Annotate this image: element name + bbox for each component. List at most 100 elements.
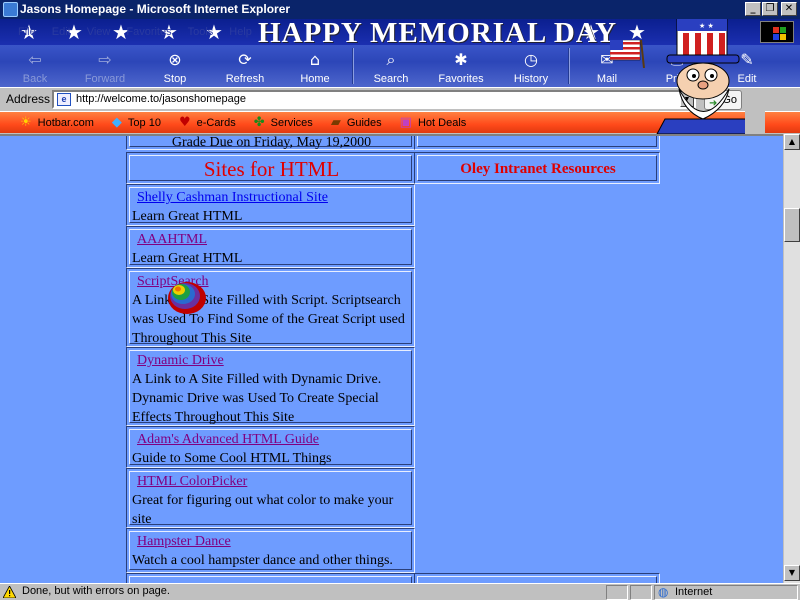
- favorites-button[interactable]: ✱ Favorites: [426, 45, 496, 87]
- right-column-empty: [414, 184, 660, 573]
- site-row: Hampster Dance Watch a cool hampster danc…: [126, 528, 415, 573]
- link-hot-deals[interactable]: ▣ Hot Deals: [390, 115, 475, 130]
- vertical-scrollbar[interactable]: ▲ ▼: [783, 134, 800, 583]
- link-guides[interactable]: ▰ Guides: [321, 115, 390, 130]
- stop-icon: ⊗: [168, 50, 182, 69]
- go-label: Go: [722, 94, 737, 106]
- menu-tools[interactable]: Tools: [180, 26, 222, 38]
- clover-icon: ✤: [253, 115, 265, 130]
- print-icon: ⎙: [670, 50, 684, 69]
- stop-button[interactable]: ⊗ Stop: [140, 45, 210, 87]
- star-icon: ★: [628, 20, 646, 44]
- toolbar-separator: [352, 48, 354, 84]
- page-icon: e: [57, 93, 71, 106]
- next-row-cell: [126, 573, 415, 583]
- site-link[interactable]: Shelly Cashman Instructional Site: [137, 188, 328, 207]
- site-description: Learn Great HTML: [132, 209, 243, 224]
- home-button[interactable]: ⌂ Home: [280, 45, 350, 87]
- print-button[interactable]: ⎙ Print: [642, 45, 712, 87]
- oley-intranet-heading: Oley Intranet Resources: [417, 155, 657, 181]
- refresh-icon: ⟳: [238, 50, 252, 69]
- favorites-icon: ✱: [454, 50, 468, 69]
- sun-icon: ☀: [20, 115, 32, 130]
- heart-icon: ♥: [178, 115, 191, 130]
- status-pane: [606, 585, 628, 600]
- sites-heading-cell: Sites for HTML: [126, 152, 415, 184]
- forward-button[interactable]: ⇨ Forward: [70, 45, 140, 87]
- ie-app-icon[interactable]: [3, 2, 18, 17]
- minimize-button[interactable]: _: [745, 2, 761, 16]
- stars-banner: ★ ★ ★ ★ ★ ★ ★ ★ HAPPY MEMORIAL DAY File E…: [0, 19, 800, 49]
- scroll-down-icon[interactable]: ▼: [784, 565, 800, 581]
- print-label: Print: [665, 73, 689, 85]
- grade-right-cell: [414, 136, 660, 150]
- history-button[interactable]: ◷ History: [496, 45, 566, 87]
- menu-view[interactable]: View: [79, 26, 119, 38]
- menu-help[interactable]: Help: [221, 26, 260, 38]
- refresh-button[interactable]: ⟳ Refresh: [210, 45, 280, 87]
- address-input[interactable]: e http://welcome.to/jasonshomepage ▼: [52, 90, 696, 109]
- standard-toolbar: ⇦ Back ⇨ Forward ⊗ Stop ⟳ Refresh ⌂ Home ⌕ Search ✱ F…: [0, 45, 800, 87]
- zone-label: Internet: [675, 586, 713, 598]
- close-button[interactable]: ✕: [781, 2, 797, 16]
- grade-due-text: Grade Due on Friday, May 19,2000: [129, 136, 412, 150]
- link-top-10[interactable]: ◆ Top 10: [102, 115, 169, 130]
- scroll-up-icon[interactable]: ▲: [784, 134, 800, 150]
- status-bar: Done, but with errors on page. ◍ Interne…: [0, 583, 800, 600]
- page-viewport[interactable]: Grade Due on Friday, May 19,2000 Sites f…: [0, 134, 783, 583]
- site-link[interactable]: Hampster Dance: [137, 532, 231, 551]
- home-label: Home: [300, 73, 330, 85]
- gift-icon: ▣: [399, 115, 412, 130]
- window-title-bar[interactable]: Jasons Homepage - Microsoft Internet Exp…: [0, 0, 800, 19]
- mail-button[interactable]: ✉ Mail: [572, 45, 642, 87]
- link-label: e-Cards: [196, 116, 236, 129]
- site-link[interactable]: ScriptSearch: [137, 272, 209, 291]
- link-label: Guides: [346, 116, 382, 129]
- forward-label: Forward: [84, 73, 126, 85]
- link-services[interactable]: ✤ Services: [244, 115, 321, 130]
- back-arrow-icon: ⇦: [28, 50, 42, 69]
- sites-for-html-heading: Sites for HTML: [129, 155, 412, 181]
- globe-icon: ◍: [658, 585, 669, 599]
- site-description: Great for figuring out what color to mak…: [132, 493, 394, 527]
- status-zone: ◍ Internet: [654, 585, 798, 600]
- search-button[interactable]: ⌕ Search: [356, 45, 426, 87]
- browser-chrome: ★ ★ ★ ★ ★ ★ ★ ★ HAPPY MEMORIAL DAY File E…: [0, 19, 800, 134]
- link-hotbar-com[interactable]: ☀ Hotbar.com: [0, 115, 102, 130]
- mail-icon: ✉: [600, 50, 614, 69]
- site-link[interactable]: Dynamic Drive: [137, 351, 224, 370]
- go-button[interactable]: ➜ Go: [704, 90, 742, 110]
- link-e-cards[interactable]: ♥ e-Cards: [169, 115, 244, 130]
- forward-arrow-icon: ⇨: [98, 50, 112, 69]
- site-description: Watch a cool hampster dance and other th…: [132, 553, 393, 568]
- site-link[interactable]: HTML ColorPicker: [137, 472, 247, 491]
- address-dropdown-icon[interactable]: ▼: [680, 92, 694, 107]
- star-icon: ★: [705, 20, 723, 44]
- refresh-label: Refresh: [225, 73, 265, 85]
- site-row: ScriptSearch A Link to A Site Filled with…: [126, 268, 415, 347]
- menu-edit[interactable]: Edit: [44, 26, 79, 38]
- menu-favorites[interactable]: Favorites: [118, 26, 179, 38]
- menu-file[interactable]: File: [0, 26, 44, 38]
- restore-button[interactable]: ❐: [762, 2, 778, 16]
- site-row: Shelly Cashman Instructional Site Learn G…: [126, 184, 415, 226]
- edit-button[interactable]: ✎ Edit: [712, 45, 782, 87]
- toolbar-separator: [568, 48, 570, 84]
- site-description: A Link to A Site Filled with Dynamic Dri…: [132, 372, 382, 425]
- site-link[interactable]: Adam's Advanced HTML Guide: [137, 430, 319, 449]
- stop-label: Stop: [163, 73, 187, 85]
- site-row: HTML ColorPicker Great for figuring out w…: [126, 468, 415, 528]
- oley-heading-cell: Oley Intranet Resources: [414, 152, 660, 184]
- site-link[interactable]: AAAHTML: [137, 230, 207, 249]
- next-row-right-cell: [414, 573, 660, 583]
- memorial-day-banner-title: HAPPY MEMORIAL DAY: [258, 19, 618, 49]
- grade-cell: Grade Due on Friday, May 19,2000: [126, 136, 415, 150]
- site-row: Adam's Advanced HTML Guide Guide to Some …: [126, 426, 415, 468]
- history-label: History: [513, 73, 549, 85]
- links-toolbar: ☀ Hotbar.com ◆ Top 10 ♥ e-Cards ✤ Services ▰ Guid…: [0, 111, 800, 133]
- back-button[interactable]: ⇦ Back: [0, 45, 70, 87]
- status-text: Done, but with errors on page.: [22, 585, 170, 597]
- scroll-thumb[interactable]: [784, 208, 800, 242]
- warning-icon[interactable]: [3, 586, 16, 598]
- mail-label: Mail: [596, 73, 618, 85]
